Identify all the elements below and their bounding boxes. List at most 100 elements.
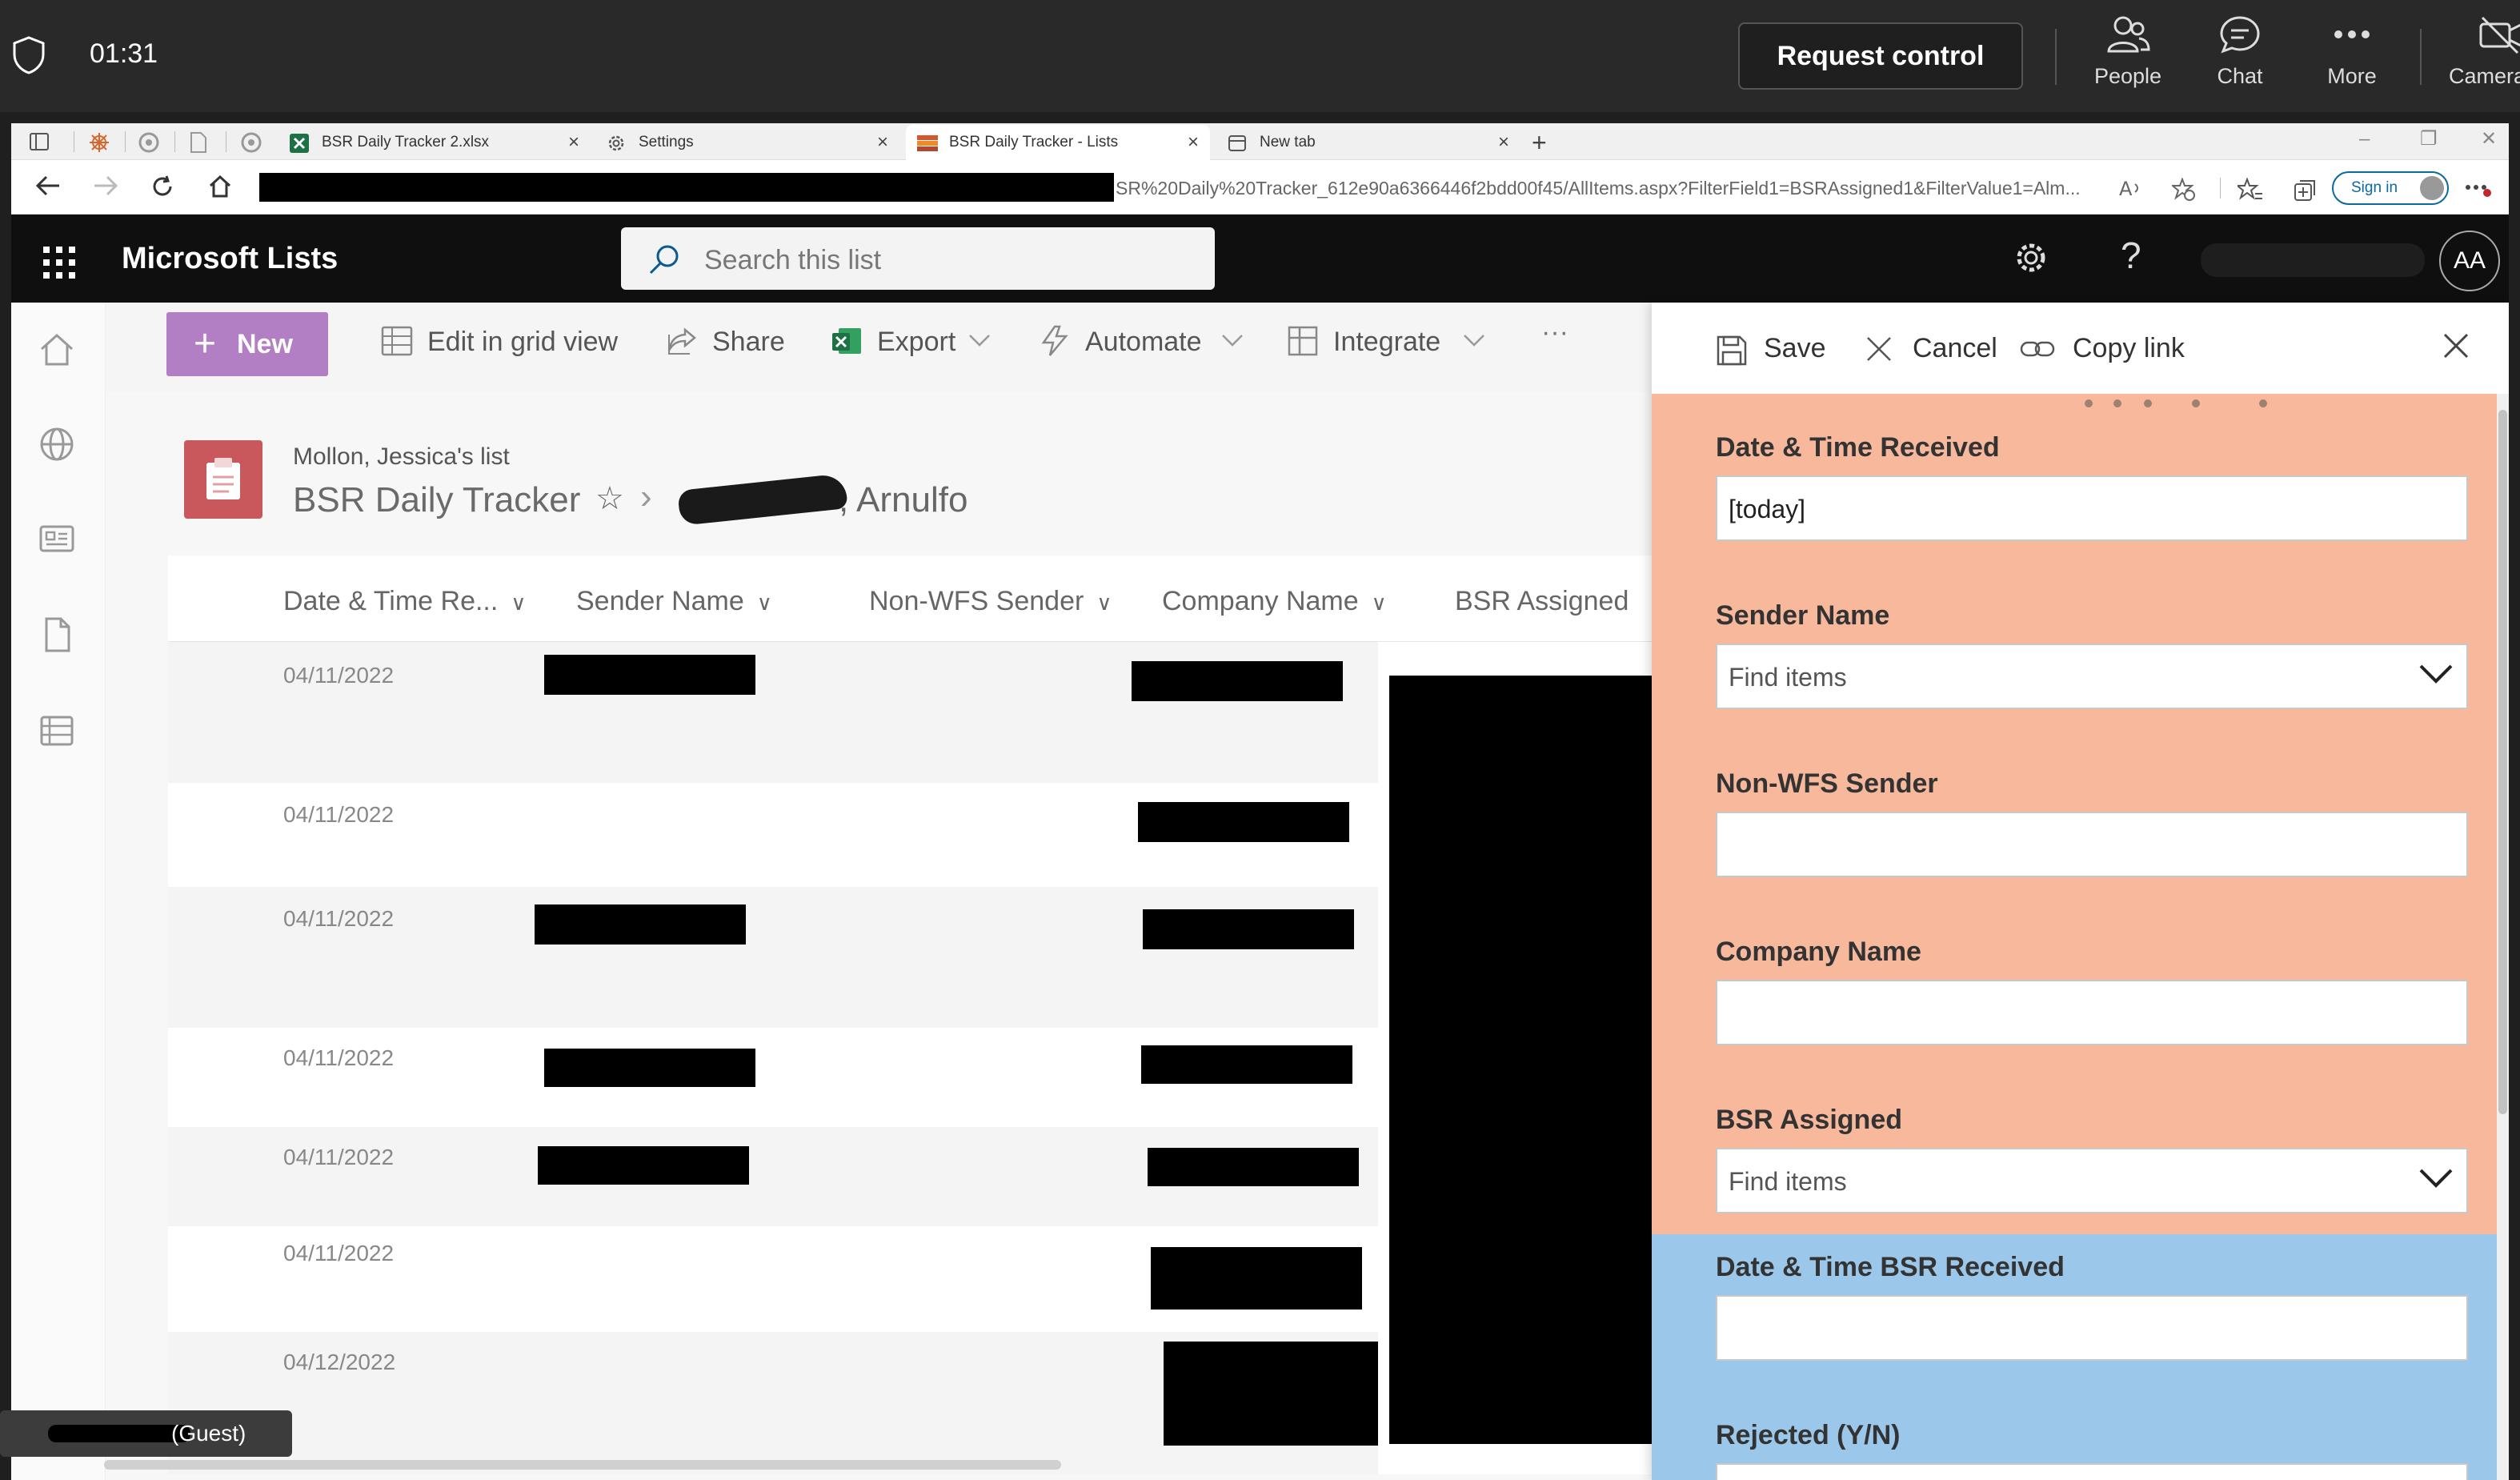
settings-gear-icon[interactable] <box>2012 239 2050 277</box>
suite-header: Microsoft Lists Search this list ? AA <box>11 215 2509 303</box>
loading-dots-icon <box>2085 399 2267 407</box>
collections-icon[interactable] <box>2294 178 2318 202</box>
lists-nav-icon[interactable] <box>38 712 75 749</box>
chevron-down-icon[interactable] <box>2418 663 2454 685</box>
cell-date: 04/11/2022 <box>283 802 395 827</box>
copy-link-label: Copy link <box>2073 333 2185 363</box>
back-icon[interactable] <box>35 174 61 197</box>
picker-placeholder: Find items <box>1729 1167 1847 1196</box>
user-avatar[interactable]: AA <box>2439 231 2500 291</box>
camera-button[interactable]: Camera <box>2430 14 2520 102</box>
browser-menu-icon[interactable] <box>2465 184 2492 197</box>
pinned-tab-icon[interactable] <box>240 131 262 154</box>
horizontal-scrollbar[interactable] <box>104 1460 1061 1470</box>
grid-icon <box>381 326 413 356</box>
document-icon[interactable] <box>38 616 75 653</box>
chevron-down-icon: ∨ <box>1371 591 1387 615</box>
redacted-block <box>535 904 746 945</box>
field-label: Sender Name <box>1716 600 1890 631</box>
cell-date: 04/11/2022 <box>283 1145 395 1169</box>
more-button[interactable]: More <box>2292 14 2412 102</box>
close-tab-icon[interactable]: × <box>568 125 579 160</box>
chevron-down-icon[interactable] <box>2418 1167 2454 1189</box>
read-aloud-icon[interactable]: A <box>2119 178 2143 199</box>
people-label: People <box>2093 64 2162 88</box>
divider <box>2055 29 2057 85</box>
pinned-tab-icon[interactable] <box>189 131 208 154</box>
window-close-icon[interactable]: ✕ <box>2481 123 2497 155</box>
list-owner[interactable]: Mollon, Jessica's list <box>293 443 510 471</box>
item-form: Date & Time Received [today] Sender Name… <box>1652 394 2497 1480</box>
chevron-down-icon <box>969 335 990 347</box>
refresh-icon[interactable] <box>150 174 174 199</box>
panel-scrollbar[interactable] <box>2497 394 2509 1480</box>
app-name[interactable]: Microsoft Lists <box>122 242 338 276</box>
request-control-button[interactable]: Request control <box>1738 22 2023 90</box>
column-header-bsr-assigned[interactable]: BSR Assigned <box>1455 586 1629 617</box>
browser-window: BSR Daily Tracker 2.xlsx × Settings × BS… <box>11 123 2509 1480</box>
newtab-icon <box>1228 135 1246 151</box>
chevron-down-icon: ∨ <box>511 591 527 615</box>
date-time-bsr-received-input[interactable] <box>1716 1295 2468 1361</box>
sign-in-button[interactable]: Sign in <box>2332 171 2449 205</box>
column-label: Non-WFS Sender <box>869 586 1084 616</box>
field-label: Company Name <box>1716 937 1921 967</box>
camera-off-icon <box>2479 16 2520 54</box>
people-button[interactable]: People <box>2068 14 2188 102</box>
url-field[interactable]: SR%20Daily%20Tracker_612e90a6366446f2bdd… <box>259 168 2124 207</box>
more-label: More <box>2327 64 2377 88</box>
search-input[interactable]: Search this list <box>621 227 1215 290</box>
chevron-down-icon <box>1464 335 1484 347</box>
close-tab-icon[interactable]: × <box>877 125 888 160</box>
favorites-icon[interactable] <box>2238 178 2263 202</box>
tab-new[interactable]: New tab × <box>1216 125 1520 160</box>
bsr-assigned-picker[interactable]: Find items <box>1716 1148 2468 1213</box>
date-time-received-input[interactable]: [today] <box>1716 475 2468 541</box>
column-header-date-received[interactable]: Date & Time Re... ∨ <box>283 586 526 617</box>
new-tab-button[interactable]: + <box>1532 125 1564 160</box>
scrollbar-thumb[interactable] <box>2498 410 2507 1114</box>
minimize-icon[interactable]: – <box>2359 123 2370 155</box>
column-header-company-name[interactable]: Company Name ∨ <box>1162 586 1387 617</box>
cell-date: 04/11/2022 <box>283 1241 395 1265</box>
non-wfs-sender-input[interactable] <box>1716 812 2468 877</box>
tab-excel[interactable]: BSR Daily Tracker 2.xlsx × <box>278 125 591 160</box>
list-title[interactable]: BSR Daily Tracker <box>293 480 580 520</box>
cell-date: 04/11/2022 <box>283 663 395 688</box>
pinned-tab-icon[interactable] <box>88 131 110 154</box>
company-name-input[interactable] <box>1716 980 2468 1045</box>
close-icon[interactable] <box>2442 331 2470 360</box>
tab-settings[interactable]: Settings × <box>595 125 899 160</box>
field-label: Rejected (Y/N) <box>1716 1420 1901 1450</box>
people-icon <box>2107 16 2150 53</box>
column-header-sender-name[interactable]: Sender Name ∨ <box>576 586 772 617</box>
news-icon[interactable] <box>38 520 75 557</box>
cell-date: 04/12/2022 <box>283 1350 396 1374</box>
pinned-tab-icon[interactable] <box>138 131 160 154</box>
home-icon[interactable] <box>208 174 232 199</box>
add-favorite-icon[interactable] <box>2172 178 2196 202</box>
close-tab-icon[interactable]: × <box>1188 125 1199 160</box>
breadcrumb-separator: › <box>640 477 652 516</box>
rejected-input[interactable] <box>1716 1463 2468 1480</box>
home-icon[interactable] <box>38 331 75 368</box>
tab-lists[interactable]: BSR Daily Tracker - Lists × <box>906 125 1210 160</box>
help-icon[interactable]: ? <box>2121 234 2141 277</box>
chat-button[interactable]: Chat <box>2180 14 2300 102</box>
meeting-timer: 01:31 <box>90 38 158 69</box>
more-icon <box>2334 30 2370 38</box>
more-commands-button[interactable]: ··· <box>1541 317 1568 348</box>
globe-icon[interactable] <box>38 426 75 463</box>
tab-label: BSR Daily Tracker - Lists <box>949 134 1119 150</box>
field-label: Non-WFS Sender <box>1716 768 1938 799</box>
restore-icon[interactable]: ❐ <box>2420 123 2438 155</box>
sender-name-picker[interactable]: Find items <box>1716 644 2468 709</box>
new-item-button[interactable]: + New <box>166 312 328 376</box>
tab-actions-icon[interactable] <box>29 132 50 151</box>
chevron-down-icon: ∨ <box>1096 591 1112 615</box>
redacted-breadcrumb <box>677 473 848 526</box>
column-header-non-wfs-sender[interactable]: Non-WFS Sender ∨ <box>869 586 1112 617</box>
close-tab-icon[interactable]: × <box>1498 125 1509 160</box>
favorite-star-icon[interactable]: ☆ <box>595 480 624 517</box>
app-launcher-icon[interactable] <box>43 247 75 279</box>
